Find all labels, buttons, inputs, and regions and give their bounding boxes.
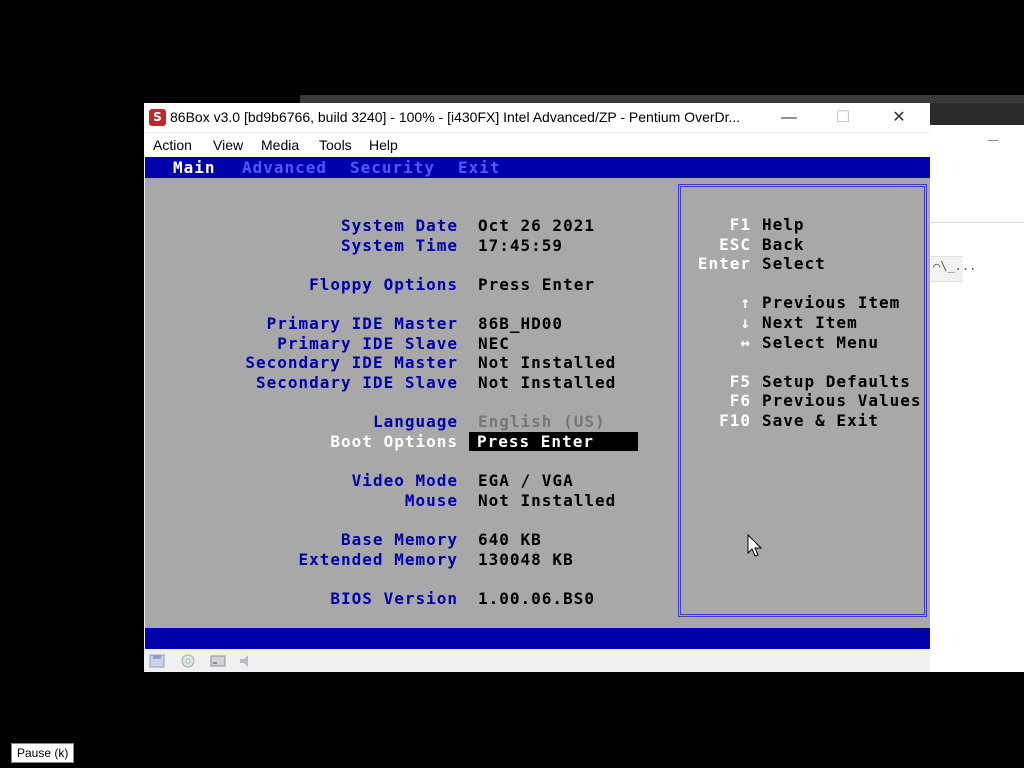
value-video-mode[interactable]: EGA / VGA [478,471,574,490]
tab-security[interactable]: Security [350,158,435,177]
tab-exit[interactable]: Exit [458,158,501,177]
bios-screen[interactable]: Main Advanced Security Exit System Date … [145,157,930,649]
value-primary-ide-master[interactable]: 86B_HD00 [478,314,563,333]
value-bios-version: 1.00.06.BS0 [478,589,595,608]
help-desc-select-menu: Select Menu [762,333,879,352]
value-floppy-options[interactable]: Press Enter [478,275,595,294]
value-secondary-ide-slave[interactable]: Not Installed [478,373,616,392]
help-desc-save-exit: Save & Exit [762,411,879,430]
close-button[interactable]: ✕ [876,103,922,132]
label-primary-ide-slave: Primary IDE Slave [277,334,458,353]
bios-tab-bar: Main Advanced Security Exit [145,157,930,178]
maximize-button[interactable]: ☐ [820,103,866,132]
menu-help[interactable]: Help [369,137,398,153]
value-secondary-ide-master[interactable]: Not Installed [478,353,616,372]
value-mouse[interactable]: Not Installed [478,491,616,510]
app-icon: S [149,109,166,126]
background-row: ⌒\_... [929,256,976,282]
label-language: Language [372,412,458,431]
help-desc-previous-values: Previous Values [762,391,922,410]
label-base-memory: Base Memory [341,530,458,549]
help-desc-back: Back [762,235,805,254]
background-window-toolbar [300,95,1024,103]
label-boot-options: Boot Options [330,432,458,451]
label-floppy-options: Floppy Options [309,275,458,294]
help-desc-next-item: Next Item [762,313,858,332]
down-arrow-icon: ↓ [740,313,751,332]
label-bios-version: BIOS Version [330,589,458,608]
value-boot-options-selected[interactable]: Press Enter [469,432,638,451]
label-video-mode: Video Mode [351,471,458,490]
emulator-window: S 86Box v3.0 [bd9b6766, build 3240] - 10… [144,103,930,672]
help-key-f10: F10 [719,411,751,430]
value-extended-memory: 130048 KB [478,550,574,569]
pause-tooltip: Pause (k) [11,743,75,763]
minimize-button[interactable]: — [766,103,812,132]
value-primary-ide-slave[interactable]: NEC [478,334,510,353]
label-system-time: System Time [341,236,458,255]
background-panel [929,125,1024,672]
label-secondary-ide-slave: Secondary IDE Slave [255,373,458,392]
label-extended-memory: Extended Memory [298,550,458,569]
bios-status-bar [145,628,930,649]
menu-media[interactable]: Media [261,137,299,153]
sound-icon[interactable] [238,654,254,668]
value-language: English (US) [478,412,606,431]
help-key-f1: F1 [729,215,751,234]
label-system-date: System Date [341,216,458,235]
help-desc-select: Select [762,254,826,273]
menu-bar: Action View Media Tools Help [144,133,930,157]
help-panel: F1 Help ESC Back Enter Select ↑ Previous… [678,184,927,617]
background-dash [988,140,998,141]
window-title: 86Box v3.0 [bd9b6766, build 3240] - 100%… [170,109,741,125]
mouse-cursor-icon [747,534,763,557]
background-row-text: ⌒\_... [933,259,977,273]
title-bar[interactable]: S 86Box v3.0 [bd9b6766, build 3240] - 10… [144,103,930,132]
tab-main[interactable]: Main [173,158,216,177]
label-primary-ide-master: Primary IDE Master [266,314,458,333]
help-key-f6: F6 [729,391,751,410]
label-secondary-ide-master: Secondary IDE Master [245,353,458,372]
help-desc-previous-item: Previous Item [762,293,901,312]
menu-view[interactable]: View [213,137,243,153]
up-arrow-icon: ↑ [740,293,751,312]
value-base-memory: 640 KB [478,530,542,549]
help-key-f5: F5 [729,372,751,391]
help-desc-setup-defaults: Setup Defaults [762,372,911,391]
tab-advanced[interactable]: Advanced [242,158,327,177]
help-key-esc: ESC [719,235,751,254]
emulator-status-bar [144,649,930,672]
value-system-time[interactable]: 17:45:59 [478,236,563,255]
floppy-icon[interactable] [149,654,165,668]
hdd-icon[interactable] [210,654,226,668]
cdrom-icon[interactable] [180,654,196,668]
background-divider [929,222,1024,223]
help-desc-help: Help [762,215,805,234]
menu-tools[interactable]: Tools [319,137,352,153]
help-key-enter: Enter [697,254,751,273]
menu-action[interactable]: Action [153,137,192,153]
left-right-arrow-icon: ↔ [740,333,751,352]
label-mouse: Mouse [404,491,458,510]
value-system-date[interactable]: Oct 26 2021 [478,216,595,235]
